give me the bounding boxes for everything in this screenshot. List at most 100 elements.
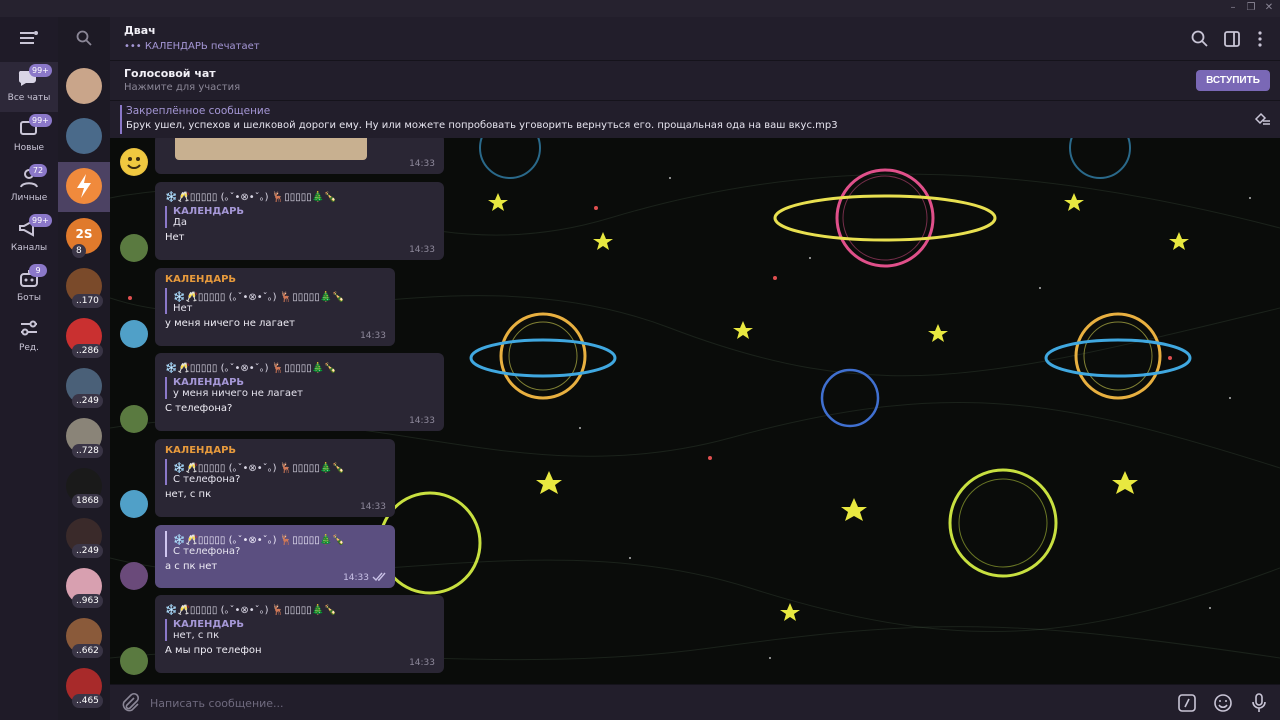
unread-badge: ..286 (72, 344, 103, 358)
search-button[interactable] (58, 17, 110, 59)
unread-badge: ..963 (72, 594, 103, 608)
reply-text: С телефона? (173, 546, 241, 557)
chat-title[interactable]: Двач (124, 24, 156, 37)
message-bubble-outgoing[interactable]: ❄️🥂▯▯▯▯▯ (｡ˇ•⊗•ˇ｡) 🦌▯▯▯▯▯🎄🍾 С телефона? … (155, 525, 395, 588)
message-bubble[interactable]: КАЛЕНДАРЬ ❄️🥂▯▯▯▯▯ (｡ˇ•⊗•ˇ｡) 🦌▯▯▯▯▯🎄🍾 С … (155, 439, 395, 517)
message-bubble[interactable]: ❄️🥂▯▯▯▯▯ (｡ˇ•⊗•ˇ｡) 🦌▯▯▯▯▯🎄🍾 КАЛЕНДАРЬ не… (155, 595, 444, 673)
unread-badge: 8 (72, 244, 86, 258)
chat-avatar (66, 118, 102, 154)
paperclip-icon[interactable] (119, 692, 141, 714)
chat-list-item[interactable]: ..286 (58, 312, 110, 362)
chat-list-item[interactable] (58, 62, 110, 112)
reply-quote[interactable]: КАЛЕНДАРЬ у меня ничего не лагает (165, 377, 434, 399)
lightning-icon (77, 174, 91, 198)
folder-edit[interactable]: Ред. (0, 312, 58, 362)
chat-list-item[interactable] (58, 162, 110, 212)
avatar[interactable] (120, 405, 148, 433)
chat-list-item[interactable]: ..249 (58, 362, 110, 412)
search-icon[interactable] (1190, 29, 1210, 49)
reply-author: ❄️🥂▯▯▯▯▯ (｡ˇ•⊗•ˇ｡) 🦌▯▯▯▯▯🎄🍾 (173, 292, 345, 303)
reply-quote[interactable]: КАЛЕНДАРЬ Да (165, 206, 434, 228)
chat-list-item[interactable]: ..249 (58, 512, 110, 562)
unread-badge: ..249 (72, 544, 103, 558)
reply-author: КАЛЕНДАРЬ (173, 619, 245, 630)
folder-bots[interactable]: 9 Боты (0, 262, 58, 312)
chat-list-item[interactable]: 1868 (58, 462, 110, 512)
photo-thumbnail[interactable] (175, 138, 367, 160)
folder-label: Личные (10, 193, 48, 203)
chat-list: 2S 8 ..170 ..286 ..249 ..728 1868 ..249 ..963 ..6… (58, 17, 110, 720)
voice-chat-bar[interactable]: Голосовой чат Нажмите для участия ВСТУПИ… (110, 61, 1280, 101)
unread-badge: ..170 (72, 294, 103, 308)
message-bubble[interactable]: 14:33 (155, 138, 444, 174)
folder-label: Новые (13, 143, 45, 153)
chat-list-item[interactable]: ..728 (58, 412, 110, 462)
message-time: 14:33 (409, 416, 435, 426)
chat-list-item[interactable]: ..662 (58, 612, 110, 662)
chat-avatar (66, 168, 102, 204)
reply-quote[interactable]: КАЛЕНДАРЬ нет, с пк (165, 619, 434, 641)
minimize-icon[interactable]: – (1226, 2, 1240, 14)
forwarded-header: ❄️🥂▯▯▯▯▯ (｡ˇ•⊗•ˇ｡) 🦌▯▯▯▯▯🎄🍾 (165, 605, 337, 616)
folder-badge: 99+ (29, 114, 52, 127)
reply-quote[interactable]: ❄️🥂▯▯▯▯▯ (｡ˇ•⊗•ˇ｡) 🦌▯▯▯▯▯🎄🍾 С телефона? (165, 531, 385, 557)
microphone-icon[interactable] (1248, 692, 1270, 714)
folder-all-chats[interactable]: 99+ Все чаты (0, 62, 58, 112)
message-bubble[interactable]: КАЛЕНДАРЬ ❄️🥂▯▯▯▯▯ (｡ˇ•⊗•ˇ｡) 🦌▯▯▯▯▯🎄🍾 Не… (155, 268, 395, 346)
reply-quote[interactable]: ❄️🥂▯▯▯▯▯ (｡ˇ•⊗•ˇ｡) 🦌▯▯▯▯▯🎄🍾 Нет (165, 288, 385, 314)
more-vertical-icon[interactable] (1250, 29, 1270, 49)
restore-icon[interactable]: ❐ (1244, 2, 1258, 14)
chat-list-item[interactable]: ..170 (58, 262, 110, 312)
folder-label: Боты (16, 293, 42, 303)
folder-badge: 9 (29, 264, 47, 277)
folder-label: Ред. (18, 343, 40, 353)
message-bubble[interactable]: ❄️🥂▯▯▯▯▯ (｡ˇ•⊗•ˇ｡) 🦌▯▯▯▯▯🎄🍾 КАЛЕНДАРЬ у … (155, 353, 444, 431)
reply-author: КАЛЕНДАРЬ (173, 206, 245, 217)
avatar[interactable] (120, 490, 148, 518)
chat-list-item[interactable]: ..963 (58, 562, 110, 612)
avatar[interactable] (120, 148, 148, 176)
folder-personal[interactable]: 72 Личные (0, 162, 58, 212)
folder-new[interactable]: 99+ Новые (0, 112, 58, 162)
chat-list-item[interactable]: 2S 8 (58, 212, 110, 262)
folder-label: Все чаты (7, 93, 51, 103)
reply-quote[interactable]: ❄️🥂▯▯▯▯▯ (｡ˇ•⊗•ˇ｡) 🦌▯▯▯▯▯🎄🍾 С телефона? (165, 459, 385, 485)
unread-badge: ..662 (72, 644, 103, 658)
pinned-message-bar[interactable]: Закреплённое сообщение Брук ушел, успехо… (110, 101, 1280, 138)
read-checkmarks-icon (372, 572, 386, 582)
main-menu-button[interactable] (0, 17, 58, 59)
message-text: нет, с пк (165, 489, 212, 500)
reply-author: КАЛЕНДАРЬ (173, 377, 245, 388)
hamburger-icon (20, 31, 38, 44)
folder-channels[interactable]: 99+ Каналы (0, 212, 58, 262)
typing-status: ••• КАЛЕНДАРЬ печатает (124, 41, 260, 52)
messages-area[interactable]: 14:33 ❄️🥂▯▯▯▯▯ (｡ˇ•⊗•ˇ｡) 🦌▯▯▯▯▯🎄🍾 КАЛЕНД… (110, 138, 1280, 684)
folders-sidebar: 99+ Все чаты 99+ Новые 72 Личные 99+ Кан… (0, 17, 58, 720)
chat-list-item[interactable] (58, 112, 110, 162)
avatar[interactable] (120, 647, 148, 675)
close-icon[interactable]: ✕ (1262, 2, 1276, 14)
unpin-icon[interactable] (1254, 111, 1272, 127)
folder-label: Каналы (10, 243, 48, 253)
chat-header: Двач ••• КАЛЕНДАРЬ печатает (110, 17, 1280, 61)
bot-commands-icon[interactable] (1176, 692, 1198, 714)
avatar[interactable] (120, 562, 148, 590)
folder-badge: 99+ (29, 64, 52, 77)
sender-name[interactable]: КАЛЕНДАРЬ (165, 445, 385, 456)
pinned-accent-bar (120, 105, 122, 134)
sender-name[interactable]: КАЛЕНДАРЬ (165, 274, 385, 285)
message-composer (110, 684, 1280, 720)
avatar[interactable] (120, 234, 148, 262)
voice-chat-subtitle: Нажмите для участия (124, 82, 241, 93)
sidebar-toggle-icon[interactable] (1222, 29, 1242, 49)
chat-list-item[interactable]: ..465 (58, 662, 110, 712)
reply-text: С телефона? (173, 474, 241, 485)
reply-author: ❄️🥂▯▯▯▯▯ (｡ˇ•⊗•ˇ｡) 🦌▯▯▯▯▯🎄🍾 (173, 535, 345, 546)
avatar[interactable] (120, 320, 148, 348)
message-input[interactable] (150, 689, 1050, 717)
emoji-icon[interactable] (1212, 692, 1234, 714)
message-bubble[interactable]: ❄️🥂▯▯▯▯▯ (｡ˇ•⊗•ˇ｡) 🦌▯▯▯▯▯🎄🍾 КАЛЕНДАРЬ Да… (155, 182, 444, 260)
pinned-text: Брук ушел, успехов и шелковой дороги ему… (126, 120, 838, 131)
message-text: С телефона? (165, 403, 233, 414)
join-voice-button[interactable]: ВСТУПИТЬ (1196, 70, 1270, 91)
